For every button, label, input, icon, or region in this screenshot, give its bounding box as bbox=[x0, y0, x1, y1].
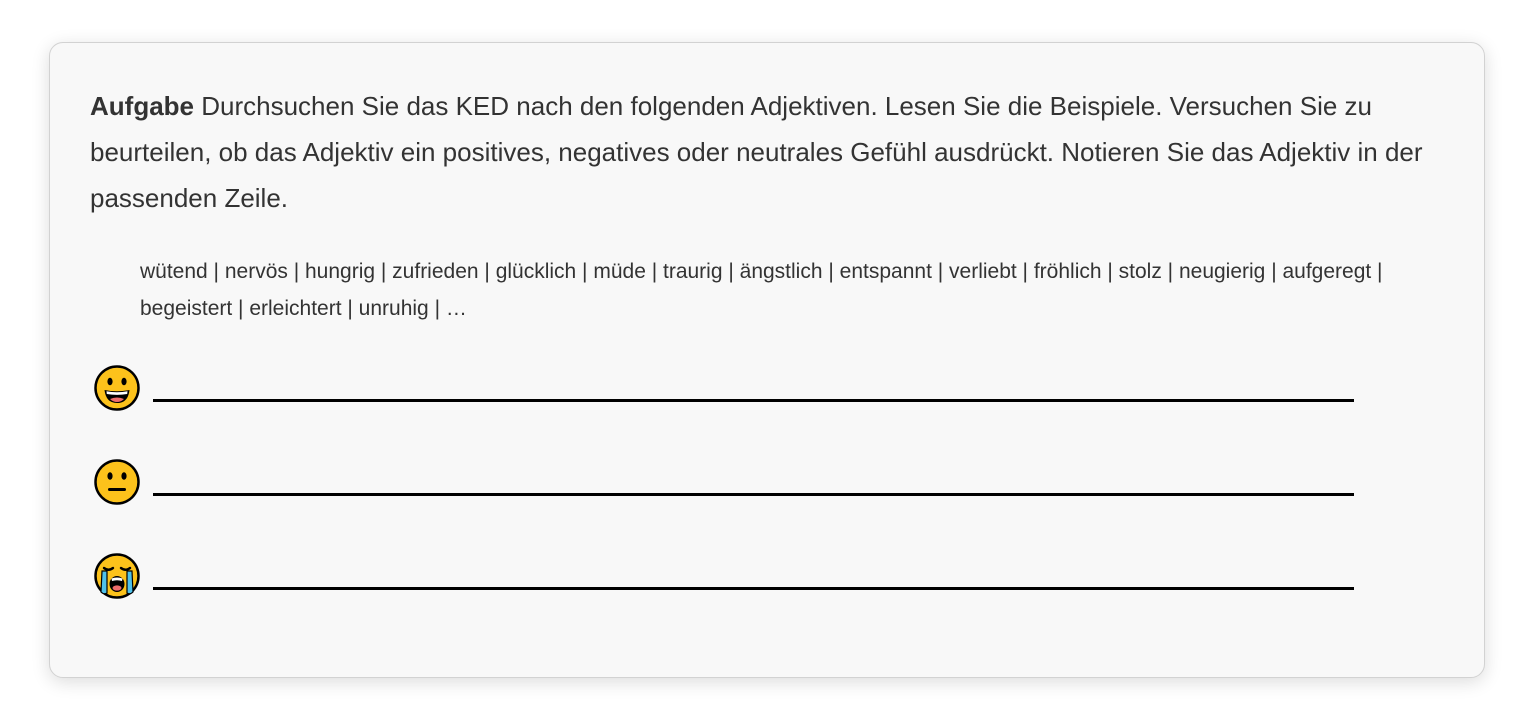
adjective-list: wütend | nervös | hungrig | zufrieden | … bbox=[140, 260, 1383, 320]
crying-face-icon bbox=[94, 553, 140, 599]
answer-line-neutral bbox=[153, 493, 1354, 496]
answer-row-neutral bbox=[94, 459, 1356, 509]
answer-line-negative bbox=[153, 587, 1354, 590]
answer-row-negative bbox=[94, 553, 1356, 603]
neutral-face-icon bbox=[94, 459, 140, 505]
answer-line-positive bbox=[153, 399, 1354, 402]
task-text: Durchsuchen Sie das KED nach den folgend… bbox=[90, 91, 1423, 213]
task-card: Aufgabe Durchsuchen Sie das KED nach den… bbox=[49, 42, 1485, 678]
task-instructions: Aufgabe Durchsuchen Sie das KED nach den… bbox=[90, 83, 1440, 221]
task-label: Aufgabe bbox=[90, 91, 194, 121]
grinning-face-icon bbox=[94, 365, 140, 411]
answer-row-positive bbox=[94, 365, 1356, 415]
